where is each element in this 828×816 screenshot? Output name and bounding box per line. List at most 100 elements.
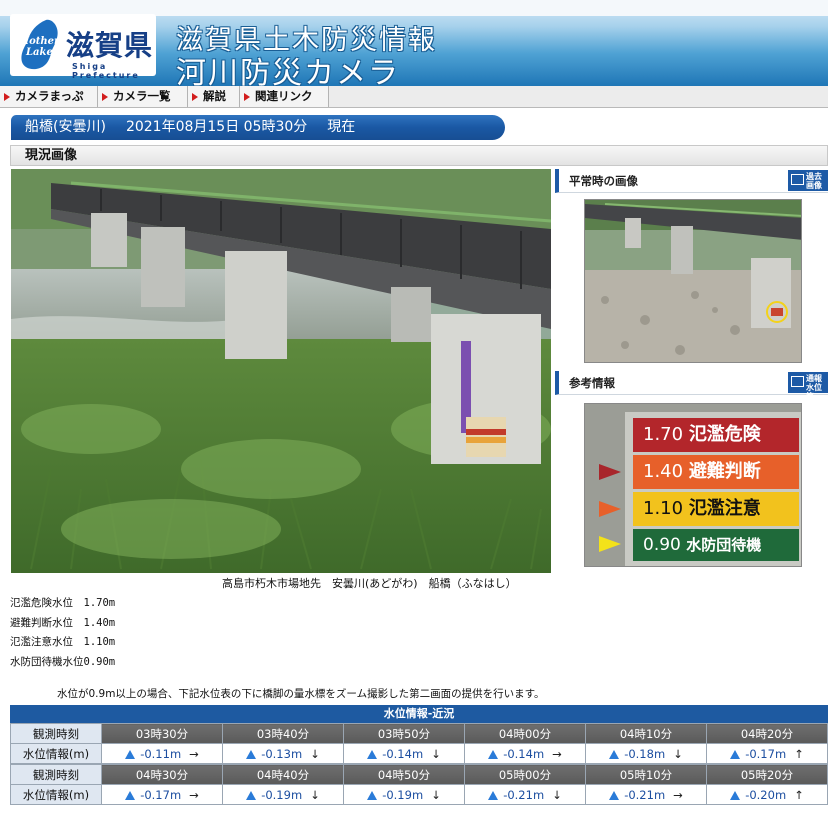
nav-arrow-icon [244, 93, 250, 101]
water-level-icon [609, 790, 620, 800]
level-cell: -0.19m ↓ [343, 784, 465, 805]
trend-arrow-icon: ↓ [552, 787, 562, 802]
water-level-icon [125, 749, 136, 759]
camera-location-caption: 高島市朽木市場地先 安曇川(あどがわ) 船橋（ふなはし） [222, 577, 517, 590]
level-value: -0.21m [624, 787, 666, 802]
water-level-icon [367, 790, 378, 800]
live-camera-image[interactable] [11, 169, 551, 573]
level-value: -0.17m [745, 746, 787, 761]
arrow-orange-icon [599, 501, 621, 517]
level-label: 水位情報(m) [10, 743, 102, 764]
nav-label: カメラまっぷ [15, 89, 84, 103]
reference-info-header: 参考情報 通報水位等 [555, 371, 828, 401]
reference-levels-button[interactable]: 通報水位等 [788, 372, 828, 401]
nav-explanation[interactable]: 解説 [188, 86, 240, 107]
table-row-times: 観測時刻 04時30分 04時40分 04時50分 05時00分 05時10分 … [10, 764, 828, 785]
trend-arrow-icon: ↓ [431, 746, 441, 761]
nav-camera-list[interactable]: カメラ一覧 [98, 86, 188, 107]
level-cell: -0.21m → [585, 784, 707, 805]
nav-label: 関連リンク [255, 89, 313, 103]
past-images-button-label: 過去画像 [806, 172, 822, 190]
time-cell: 04時40分 [222, 764, 344, 785]
station-name: 船橋(安曇川) [25, 119, 106, 135]
logo-prefecture-sub: Shiga Prefecture [72, 62, 140, 80]
normal-bridge-scene [585, 200, 801, 362]
level-value: -0.17m [140, 787, 182, 802]
level-cell: -0.19m ↓ [222, 784, 344, 805]
main-nav: カメラまっぷ カメラ一覧 解説 関連リンク [0, 86, 828, 108]
sign-value: 1.40 [643, 461, 684, 482]
water-level-icon [246, 749, 257, 759]
water-level-icon [730, 790, 741, 800]
nav-arrow-icon [4, 93, 10, 101]
level-value: -0.20m [745, 787, 787, 802]
normal-image-title: 平常時の画像 [569, 174, 638, 188]
nav-arrow-icon [102, 93, 108, 101]
level-cell: -0.11m → [101, 743, 223, 764]
zoom-notice: 水位が0.9m以上の場合、下記水位表の下に橋脚の量水標をズーム撮影した第二画面の… [57, 688, 545, 700]
logo-mother: Mother [18, 36, 60, 47]
time-cell: 05時10分 [585, 764, 707, 785]
site-header: Mother Lake 滋賀県 Shiga Prefecture 滋賀県土木防災… [0, 0, 828, 86]
time-label: 観測時刻 [10, 764, 102, 785]
level-value: -0.14m [382, 746, 424, 761]
sign-value: 1.70 [643, 424, 684, 445]
level-cell: -0.21m ↓ [464, 784, 586, 805]
level-cell: -0.17m → [101, 784, 223, 805]
reference-level-sign-image: 1.70 氾濫危険 1.40 避難判断 1.10 氾濫注意 0.90 水防団待機 [584, 403, 802, 567]
sign-row-evacuation: 1.40 避難判断 [633, 455, 799, 489]
nav-related-links[interactable]: 関連リンク [240, 86, 329, 107]
logo-mother-lake: Mother Lake [18, 36, 59, 58]
trend-arrow-icon: ↓ [673, 746, 683, 761]
nav-label: カメラ一覧 [113, 89, 171, 103]
time-cell: 04時20分 [706, 723, 828, 744]
trend-arrow-icon: ↑ [794, 787, 804, 802]
normal-time-image[interactable] [584, 199, 802, 363]
table-row-levels: 水位情報(m) -0.17m → -0.19m ↓ -0.19m ↓ -0.21m ↓ … [10, 784, 828, 805]
image-icon [791, 174, 804, 185]
shiga-logo[interactable]: Mother Lake 滋賀県 Shiga Prefecture [10, 14, 156, 80]
time-cell: 05時00分 [464, 764, 586, 785]
reference-info-title: 参考情報 [569, 376, 615, 390]
sign-value: 0.90 [643, 535, 681, 555]
time-cell: 03時30分 [101, 723, 223, 744]
water-level-icon [730, 749, 741, 759]
site-subtitle: 河川防災カメラ [176, 56, 400, 86]
table-row-times: 観測時刻 03時30分 03時40分 03時50分 04時00分 04時10分 … [10, 723, 828, 744]
sign-label: 氾濫危険 [688, 424, 761, 445]
time-cell: 03時50分 [343, 723, 465, 744]
water-level-icon [367, 749, 378, 759]
water-level-icon [488, 790, 499, 800]
logo-prefecture-name: 滋賀県 [66, 29, 154, 62]
sign-label: 氾濫注意 [688, 498, 761, 519]
chart-icon [791, 376, 804, 387]
level-cell: -0.14m → [464, 743, 586, 764]
observation-datetime: 2021年08月15日 05時30分 [125, 119, 308, 135]
trend-arrow-icon: ↓ [431, 787, 441, 802]
past-images-button[interactable]: 過去画像 [788, 170, 828, 191]
time-cell: 04時10分 [585, 723, 707, 744]
water-level-icon [246, 790, 257, 800]
arrow-yellow-icon [599, 536, 621, 552]
level-label: 水位情報(m) [10, 784, 102, 805]
reference-levels-list: 氾濫危険水位 1.70m 避難判断水位 1.40m 氾濫注意水位 1.10m 水… [10, 594, 115, 672]
nav-arrow-icon [192, 93, 198, 101]
level-cell: -0.18m ↓ [585, 743, 707, 764]
location-datetime-bar: 船橋(安曇川) 2021年08月15日 05時30分 現在 [11, 115, 505, 140]
level-value: -0.14m [503, 746, 545, 761]
trend-arrow-icon: → [673, 787, 683, 802]
level-standby: 水防団待機水位0.90m [10, 655, 116, 668]
level-value: -0.13m [261, 746, 303, 761]
trend-arrow-icon: ↑ [794, 746, 804, 761]
water-level-icon [125, 790, 136, 800]
trend-arrow-icon: → [189, 746, 199, 761]
trend-arrow-icon: → [189, 787, 199, 802]
level-value: -0.19m [261, 787, 303, 802]
level-danger: 氾濫危険水位 1.70m [10, 597, 116, 609]
level-cell: -0.13m ↓ [222, 743, 344, 764]
trend-arrow-icon: → [552, 746, 562, 761]
level-value: -0.18m [624, 746, 666, 761]
water-level-icon [609, 749, 620, 759]
nav-camera-map[interactable]: カメラまっぷ [0, 86, 98, 107]
time-cell: 04時30分 [101, 764, 223, 785]
